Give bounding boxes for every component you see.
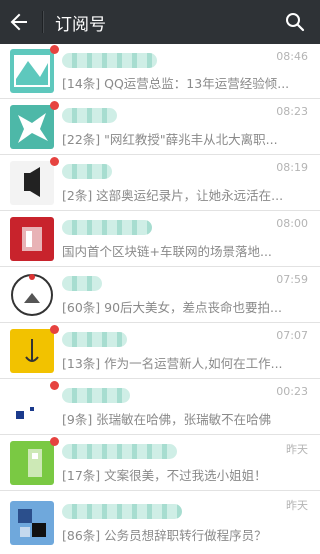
title-divider [42, 11, 43, 33]
avatar-wrap [10, 216, 54, 261]
account-name [62, 218, 312, 238]
item-info: [17条] 文案很美，不过我选小姐姐！ [62, 442, 320, 484]
item-time: 昨天 [286, 443, 308, 456]
item-time: 08:00 [276, 217, 308, 230]
avatar [10, 104, 54, 149]
item-info: [86条] 公务员想辞职转行做程序员？ [62, 502, 320, 544]
account-name [62, 274, 312, 294]
avatar [10, 440, 54, 485]
item-preview: [9条] 张瑞敏在哈佛，张瑞敏不在哈佛 [62, 411, 272, 427]
avatar-wrap [10, 324, 59, 373]
subscription-item[interactable]: [60条] 90后大美女，差点丧命也要拍... 07:59 [0, 267, 320, 323]
unread-dot [50, 100, 59, 110]
avatar [10, 500, 54, 545]
subscription-item[interactable]: [14条] QQ运营总监：13年运营经验倾... 08:46 [0, 44, 320, 99]
unread-dot [50, 436, 59, 446]
item-time: 08:46 [276, 50, 308, 63]
back-button[interactable] [10, 0, 40, 44]
subscription-item[interactable]: [9条] 张瑞敏在哈佛，张瑞敏不在哈佛 00:23 [0, 379, 320, 435]
item-time: 07:59 [276, 273, 308, 286]
avatar-wrap [10, 100, 59, 149]
subscription-item[interactable]: 国内首个区块链+车联网的场景落地... 08:00 [0, 211, 320, 267]
avatar [10, 160, 54, 205]
avatar [10, 216, 54, 261]
account-name [62, 502, 312, 522]
subscription-list: [14条] QQ运营总监：13年运营经验倾... 08:46 [22条] "网红… [0, 44, 320, 554]
item-preview: [22条] "网红教授"薛兆丰从北大离职... [62, 131, 278, 147]
unread-dot [50, 45, 59, 54]
page-title: 订阅号 [55, 14, 106, 35]
item-time: 08:19 [276, 161, 308, 174]
account-name [62, 330, 312, 350]
avatar [10, 384, 54, 429]
unread-dot [50, 324, 59, 334]
item-preview: [60条] 90后大美女，差点丧命也要拍... [62, 299, 282, 315]
account-name [62, 442, 312, 462]
avatar [10, 49, 54, 93]
avatar-wrap [10, 272, 54, 317]
unread-dot [50, 380, 59, 390]
avatar-wrap [10, 380, 59, 429]
item-time: 昨天 [286, 499, 308, 512]
search-button[interactable] [280, 0, 310, 44]
account-name [62, 50, 312, 70]
item-preview: [2条] 这部奥运纪录片，让她永远活在... [62, 187, 284, 203]
item-preview: [14条] QQ运营总监：13年运营经验倾... [62, 76, 290, 91]
item-preview: [86条] 公务员想辞职转行做程序员？ [62, 527, 267, 543]
item-time: 08:23 [276, 105, 308, 118]
avatar-wrap [10, 156, 59, 205]
item-preview: [13条] 作为一名运营新人,如何在工作... [62, 355, 283, 371]
subscription-item[interactable]: [13条] 作为一名运营新人,如何在工作... 07:07 [0, 323, 320, 379]
account-name [62, 386, 312, 406]
avatar [10, 272, 54, 317]
top-bar: 订阅号 [0, 0, 320, 44]
subscription-item[interactable]: [2条] 这部奥运纪录片，让她永远活在... 08:19 [0, 155, 320, 211]
avatar-wrap [10, 500, 54, 545]
subscription-item[interactable]: [22条] "网红教授"薛兆丰从北大离职... 08:23 [0, 99, 320, 155]
account-name [62, 106, 312, 126]
avatar-wrap [10, 45, 59, 93]
item-time: 07:07 [276, 329, 308, 342]
subscription-item[interactable]: [86条] 公务员想辞职转行做程序员？ 昨天 [0, 491, 320, 554]
item-preview: [17条] 文案很美，不过我选小姐姐！ [62, 467, 267, 483]
unread-dot [50, 156, 59, 166]
item-time: 00:23 [276, 385, 308, 398]
account-name [62, 162, 312, 182]
search-icon [286, 13, 305, 32]
item-preview: 国内首个区块链+车联网的场景落地... [62, 243, 272, 259]
avatar-wrap [10, 436, 59, 485]
subscription-item[interactable]: [17条] 文案很美，不过我选小姐姐！ 昨天 [0, 435, 320, 491]
avatar [10, 328, 54, 373]
arrow-left-icon [10, 13, 27, 31]
